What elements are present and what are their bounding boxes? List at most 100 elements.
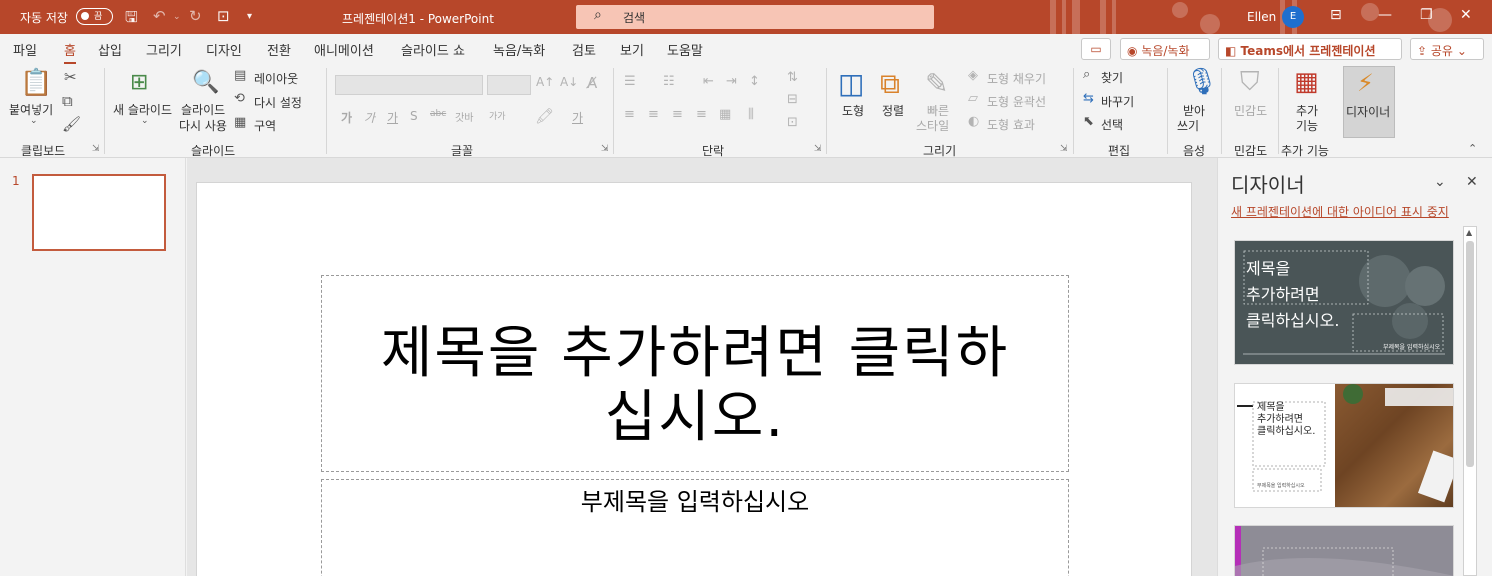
arrange-label[interactable]: 정렬 (882, 102, 904, 119)
clipboard-launcher-icon[interactable]: ⇲ (92, 144, 100, 154)
ribbon-display-options-icon[interactable]: ⊟ (1330, 7, 1342, 23)
align-text-icon[interactable]: ⊟ (787, 92, 798, 107)
record-button[interactable]: ◉ 녹음/녹화 (1120, 38, 1210, 60)
sensitivity-icon[interactable]: ⛉ (1240, 67, 1260, 98)
close-icon[interactable]: ✕ (1460, 7, 1472, 23)
tab-file[interactable]: 파일 (13, 40, 37, 59)
undo-dropdown-icon[interactable]: ⌄ (173, 12, 181, 22)
tab-view[interactable]: 보기 (620, 40, 644, 59)
quick-styles-label-2[interactable]: 스타일 (916, 117, 949, 134)
shapes-label[interactable]: 도형 (842, 102, 864, 119)
section-icon[interactable]: ▦ (234, 115, 246, 130)
pane-close-icon[interactable]: ✕ (1466, 174, 1478, 190)
underline-icon[interactable]: 가 (387, 109, 398, 126)
redo-icon[interactable]: ↻ (189, 7, 202, 25)
font-launcher-icon[interactable]: ⇲ (601, 144, 609, 154)
paragraph-launcher-icon[interactable]: ⇲ (814, 144, 822, 154)
arrange-icon[interactable]: ⧉ (880, 67, 900, 101)
clear-format-icon[interactable]: A̸ (587, 74, 597, 92)
strikethrough-icon[interactable]: abc (430, 109, 446, 119)
slide[interactable]: 제목을 추가하려면 클릭하 십시오. 부제목을 입력하십시오 (196, 182, 1192, 576)
layout-label[interactable]: 레이아웃 (254, 70, 298, 87)
drawing-launcher-icon[interactable]: ⇲ (1060, 144, 1068, 154)
select-icon[interactable]: ⬉ (1083, 114, 1094, 129)
tab-design[interactable]: 디자인 (206, 40, 242, 59)
reuse-slides-label-1[interactable]: 슬라이드 (181, 101, 225, 118)
tab-help[interactable]: 도움말 (667, 40, 703, 59)
replace-label[interactable]: 바꾸기 (1101, 93, 1134, 110)
scroll-up-icon[interactable]: ▲ (1466, 228, 1472, 237)
customize-toolbar-icon[interactable]: ▾ (247, 11, 252, 22)
microphone-icon[interactable]: 🎙 (1185, 67, 1218, 97)
comments-button[interactable]: ▭ (1081, 38, 1111, 60)
font-family-dropdown[interactable] (335, 75, 483, 95)
numbering-icon[interactable]: ☷ (663, 74, 675, 89)
new-slide-icon[interactable]: ⊞ (130, 70, 148, 95)
share-button[interactable]: ⇪ 공유 ⌄ (1410, 38, 1484, 60)
change-case-icon[interactable]: 가가 (489, 109, 506, 122)
increase-indent-icon[interactable]: ⇥ (726, 74, 737, 89)
tab-insert[interactable]: 삽입 (98, 40, 122, 59)
sensitivity-label[interactable]: 민감도 (1234, 102, 1267, 119)
stop-showing-ideas-link[interactable]: 새 프레젠테이션에 대한 아이디어 표시 중지 (1231, 203, 1449, 220)
font-color-icon[interactable]: 가 (572, 109, 583, 126)
new-slide-dropdown-icon[interactable]: ⌄ (141, 116, 149, 126)
shape-effects-label[interactable]: 도형 효과 (987, 116, 1035, 133)
shape-fill-icon[interactable]: ◈ (968, 68, 978, 83)
copy-icon[interactable]: ⧉ (62, 92, 73, 110)
save-icon[interactable]: 🖫 (125, 7, 138, 32)
tab-review[interactable]: 검토 (572, 40, 596, 59)
select-label[interactable]: 선택 (1101, 116, 1123, 133)
highlight-icon[interactable]: 🖍 (535, 107, 554, 125)
justify-icon[interactable]: ≡ (696, 107, 707, 122)
layout-icon[interactable]: ▤ (234, 68, 246, 83)
add-ins-label-2[interactable]: 기능 (1296, 117, 1318, 134)
bullets-icon[interactable]: ☰ (624, 74, 636, 89)
user-name[interactable]: Ellen (1247, 10, 1276, 24)
bold-icon[interactable]: 가 (341, 109, 352, 126)
designer-button[interactable]: ⚡ 디자이너 (1343, 66, 1395, 138)
pane-options-chevron-down-icon[interactable]: ⌄ (1434, 174, 1446, 190)
replace-icon[interactable]: ⇆ (1083, 91, 1094, 106)
collapse-ribbon-icon[interactable]: ⌃ (1468, 142, 1477, 155)
quick-styles-icon[interactable]: ✎ (925, 67, 948, 100)
shape-outline-label[interactable]: 도형 윤곽선 (987, 93, 1046, 110)
search-box[interactable]: ⌕ 검색 (576, 5, 934, 29)
design-idea-card[interactable]: 제목을 추가하려면 클릭하십시오. 부제목을 입력하십시오 (1234, 240, 1454, 365)
line-spacing-icon[interactable]: ↕ (749, 74, 760, 89)
reuse-slides-icon[interactable]: 🔍 (192, 70, 219, 95)
italic-icon[interactable]: 가 (364, 109, 375, 126)
character-spacing-icon[interactable]: 갓바 (455, 109, 473, 124)
title-placeholder[interactable]: 제목을 추가하려면 클릭하 십시오. (321, 275, 1069, 472)
distributed-icon[interactable]: ▦ (719, 107, 731, 122)
decrease-font-icon[interactable]: A↓ (560, 75, 578, 89)
design-idea-card[interactable]: 제목을 추가하려면 클릭하십시오. 부제목을 입력하십시오 (1234, 383, 1454, 508)
avatar[interactable]: E (1282, 6, 1304, 28)
tab-draw[interactable]: 그리기 (146, 40, 182, 59)
slide-thumbnail[interactable] (32, 174, 166, 251)
find-label[interactable]: 찾기 (1101, 69, 1123, 86)
tab-animations[interactable]: 애니메이션 (314, 40, 374, 59)
present-from-start-icon[interactable]: ⊡ (217, 7, 230, 25)
reset-label[interactable]: 다시 설정 (254, 94, 302, 111)
scrollbar-thumb[interactable] (1466, 241, 1474, 467)
paste-dropdown-icon[interactable]: ⌄ (30, 116, 38, 126)
shapes-icon[interactable]: ◫ (838, 67, 864, 100)
section-label[interactable]: 구역 (254, 117, 276, 134)
font-size-dropdown[interactable] (487, 75, 531, 95)
reuse-slides-label-2[interactable]: 다시 사용 (179, 117, 227, 134)
find-icon[interactable]: ⌕ (1083, 67, 1090, 82)
restore-icon[interactable]: ❐ (1420, 7, 1433, 23)
autosave-toggle[interactable]: 끔 (76, 8, 113, 25)
increase-font-icon[interactable]: A↑ (536, 75, 554, 89)
undo-icon[interactable]: ↶ (153, 7, 166, 25)
shape-fill-label[interactable]: 도형 채우기 (987, 70, 1046, 87)
tab-transitions[interactable]: 전환 (267, 40, 291, 59)
columns-icon[interactable]: ⫼ (748, 107, 754, 122)
add-ins-icon[interactable]: ▦ (1294, 67, 1319, 97)
decrease-indent-icon[interactable]: ⇤ (703, 74, 714, 89)
present-in-teams-button[interactable]: ◧ Teams에서 프레젠테이션 (1218, 38, 1402, 60)
shape-outline-icon[interactable]: ▱ (968, 91, 978, 106)
tab-record[interactable]: 녹음/녹화 (493, 40, 545, 59)
text-direction-icon[interactable]: ⇅ (787, 70, 798, 85)
